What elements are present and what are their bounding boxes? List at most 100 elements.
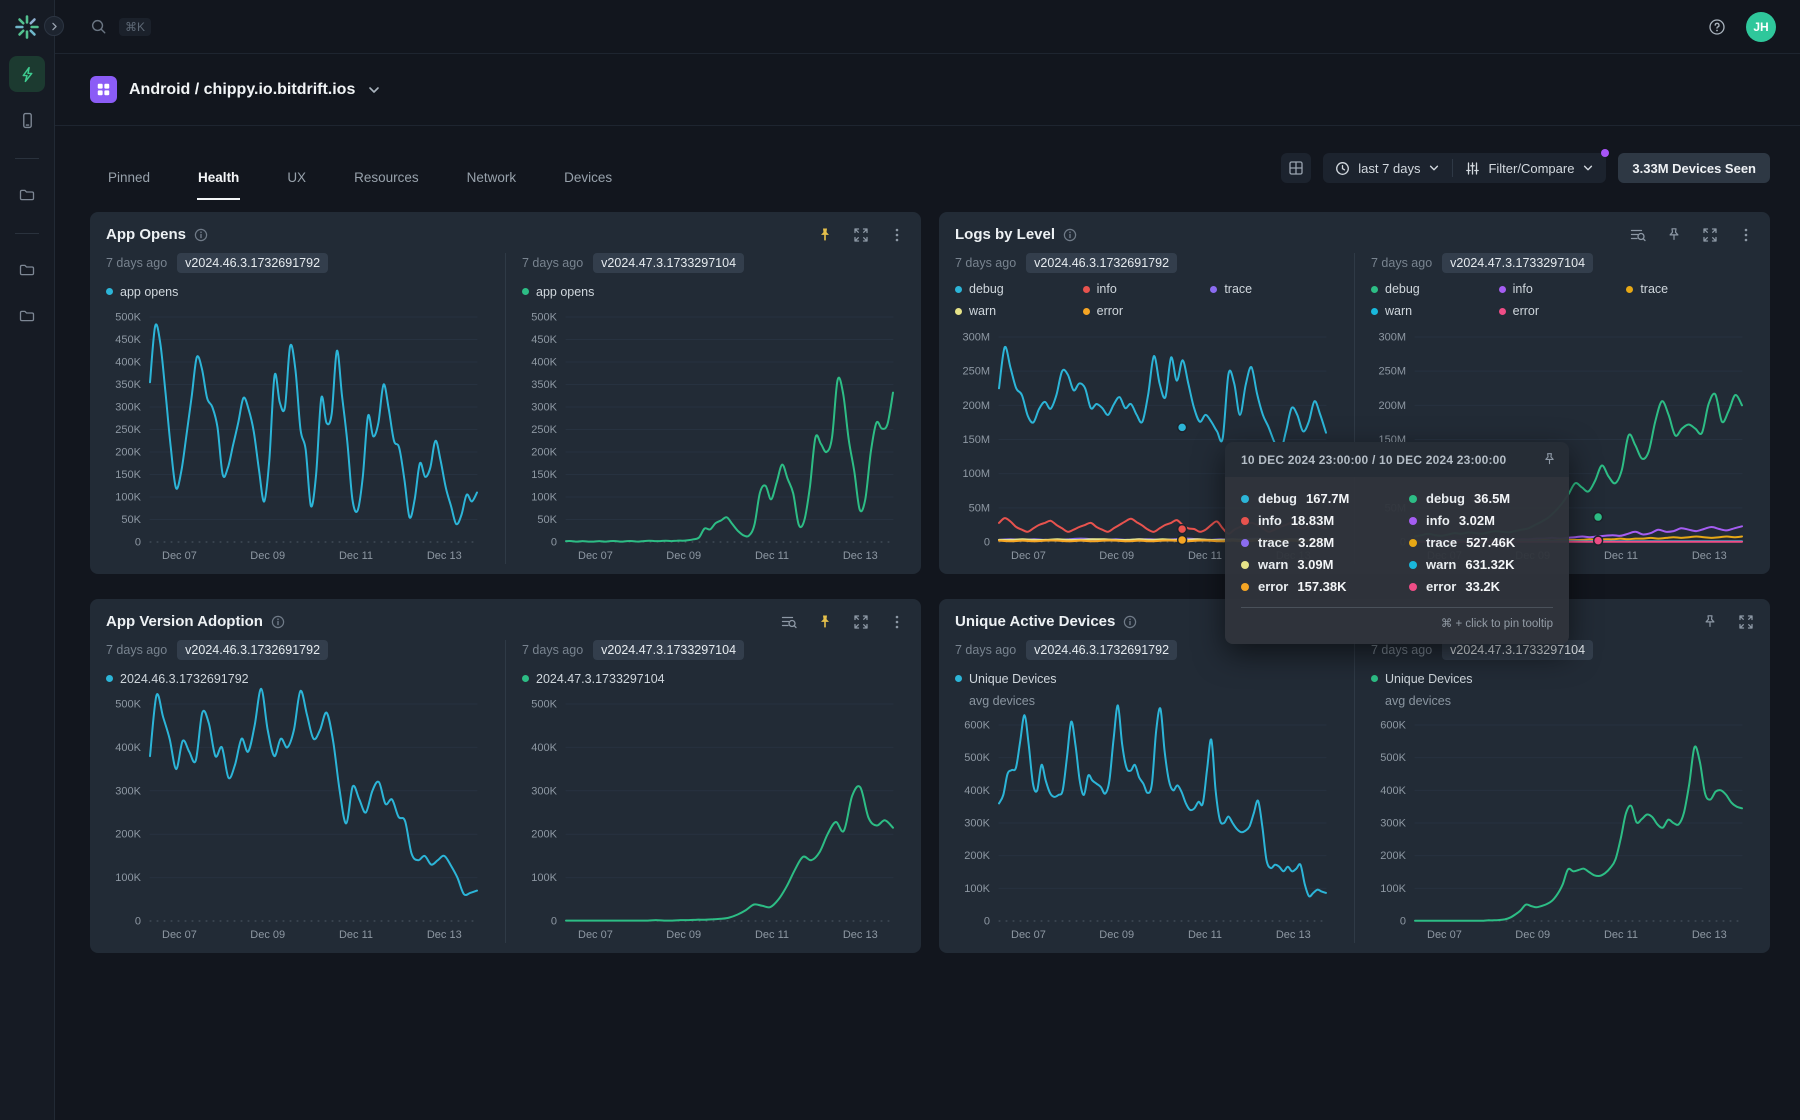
- tabs-toolbar-row: Pinned Health UX Resources Network Devic…: [55, 126, 1800, 210]
- more-options-button[interactable]: [889, 614, 905, 630]
- legend-item-debug[interactable]: debug: [955, 282, 1083, 296]
- sidebar-item-devices[interactable]: [9, 102, 45, 138]
- sidebar-item-folder-3[interactable]: [9, 298, 45, 334]
- topbar: ⌘K JH: [55, 0, 1800, 54]
- bitdrift-logo[interactable]: [12, 12, 42, 42]
- tab-network[interactable]: Network: [466, 136, 518, 200]
- kebab-icon: [889, 227, 905, 243]
- pin-button[interactable]: [817, 614, 833, 630]
- svg-text:0: 0: [551, 916, 557, 928]
- svg-text:Dec 09: Dec 09: [250, 550, 285, 562]
- legend-item-error[interactable]: error: [1083, 304, 1211, 318]
- search-logs-button[interactable]: [1630, 227, 1646, 243]
- global-search[interactable]: ⌘K: [90, 18, 151, 36]
- filter-pill: last 7 days Filter/Compare: [1323, 153, 1606, 183]
- legend-item-error[interactable]: error: [1499, 304, 1627, 318]
- sidebar-item-folder-2[interactable]: [9, 252, 45, 288]
- help-button[interactable]: [1708, 18, 1726, 36]
- svg-text:500K: 500K: [531, 699, 557, 711]
- expand-button[interactable]: [1702, 227, 1718, 243]
- tooltip-pin-button[interactable]: [1542, 452, 1557, 467]
- legend-item-debug[interactable]: debug: [1371, 282, 1499, 296]
- sidebar-item-app-health[interactable]: [9, 56, 45, 92]
- line-chart-app-opens-a[interactable]: 500K450K400K350K300K250K200K150K100K50K0…: [106, 304, 489, 564]
- svg-text:Dec 07: Dec 07: [162, 550, 197, 562]
- search-logs-button[interactable]: [781, 614, 797, 630]
- svg-text:Dec 11: Dec 11: [339, 929, 373, 941]
- svg-text:400K: 400K: [1380, 785, 1406, 797]
- timeframe-label: 7 days ago: [955, 256, 1016, 270]
- timeframe-label: 7 days ago: [1371, 256, 1432, 270]
- svg-text:100K: 100K: [531, 872, 557, 884]
- expand-icon: [853, 227, 869, 243]
- svg-text:100M: 100M: [962, 468, 990, 480]
- legend-item[interactable]: 2024.46.3.1732691792: [106, 672, 249, 686]
- list-search-icon: [781, 614, 797, 630]
- tab-health[interactable]: Health: [197, 136, 240, 200]
- sidebar-expand-button[interactable]: [44, 16, 64, 36]
- info-icon[interactable]: [194, 228, 208, 242]
- legend-item-unique-devices[interactable]: Unique Devices: [955, 672, 1057, 686]
- line-chart-app-opens-b[interactable]: 500K450K400K350K300K250K200K150K100K50K0…: [522, 304, 905, 564]
- tooltip-timestamp: 10 DEC 2024 23:00:00 / 10 DEC 2024 23:00…: [1241, 453, 1506, 467]
- timeframe-label: 7 days ago: [106, 256, 167, 270]
- tab-resources[interactable]: Resources: [353, 136, 420, 200]
- version-badge: v2024.47.3.1733297104: [593, 253, 744, 273]
- expand-button[interactable]: [853, 614, 869, 630]
- svg-text:Dec 13: Dec 13: [843, 929, 878, 941]
- legend-item[interactable]: 2024.47.3.1733297104: [522, 672, 665, 686]
- line-chart-unique-b[interactable]: 600K500K400K300K200K100K0Dec 07Dec 09Dec…: [1371, 712, 1754, 943]
- svg-text:500K: 500K: [115, 312, 141, 324]
- line-chart-unique-a[interactable]: 600K500K400K300K200K100K0Dec 07Dec 09Dec…: [955, 712, 1338, 943]
- subchart-version-b: 7 days ago v2024.47.3.1733297104 app ope…: [505, 253, 905, 564]
- sidebar-item-folder-1[interactable]: [9, 177, 45, 213]
- tab-ux[interactable]: UX: [286, 136, 307, 200]
- svg-text:0: 0: [984, 916, 990, 928]
- grid-app-icon: [95, 81, 112, 98]
- tooltip-series-version-a: debug167.7M info18.83M trace3.28M warn3.…: [1241, 491, 1379, 594]
- devices-seen-button[interactable]: 3.33M Devices Seen: [1618, 153, 1770, 183]
- svg-text:Dec 07: Dec 07: [1427, 929, 1462, 941]
- svg-text:200K: 200K: [531, 829, 557, 841]
- info-icon[interactable]: [1123, 615, 1137, 629]
- legend-item[interactable]: app opens: [106, 285, 178, 299]
- svg-text:0: 0: [984, 537, 990, 549]
- legend-item-avg-devices[interactable]: avg devices: [955, 694, 1338, 708]
- pin-button[interactable]: [1666, 227, 1682, 243]
- legend-item-info[interactable]: info: [1499, 282, 1627, 296]
- legend-item-unique-devices[interactable]: Unique Devices: [1371, 672, 1473, 686]
- info-icon[interactable]: [271, 615, 285, 629]
- legend-item[interactable]: app opens: [522, 285, 594, 299]
- date-range-dropdown[interactable]: last 7 days: [1323, 153, 1452, 183]
- legend-item-trace[interactable]: trace: [1210, 282, 1338, 296]
- pin-button[interactable]: [1702, 614, 1718, 630]
- line-chart-adoption-b[interactable]: 500K400K300K200K100K0Dec 07Dec 09Dec 11D…: [522, 691, 905, 943]
- expand-button[interactable]: [1738, 614, 1754, 630]
- legend-item-info[interactable]: info: [1083, 282, 1211, 296]
- legend-item-warn[interactable]: warn: [1371, 304, 1499, 318]
- svg-text:Dec 13: Dec 13: [843, 550, 878, 562]
- expand-button[interactable]: [853, 227, 869, 243]
- sidebar: [0, 0, 55, 1120]
- legend-item-trace[interactable]: trace: [1626, 282, 1754, 296]
- info-icon[interactable]: [1063, 228, 1077, 242]
- legend-item-warn[interactable]: warn: [955, 304, 1083, 318]
- more-options-button[interactable]: [889, 227, 905, 243]
- user-avatar[interactable]: JH: [1746, 12, 1776, 42]
- more-options-button[interactable]: [1738, 227, 1754, 243]
- version-badge: v2024.46.3.1732691792: [177, 253, 328, 273]
- tab-pinned[interactable]: Pinned: [107, 136, 151, 200]
- legend-item-avg-devices[interactable]: avg devices: [1371, 694, 1754, 708]
- svg-text:300K: 300K: [115, 785, 141, 797]
- app-icon: [90, 76, 117, 103]
- filter-compare-dropdown[interactable]: Filter/Compare: [1453, 153, 1606, 183]
- layout-grid-button[interactable]: [1281, 153, 1311, 183]
- pin-button[interactable]: [817, 227, 833, 243]
- svg-text:150M: 150M: [962, 434, 990, 446]
- sidebar-divider: [15, 158, 39, 159]
- tab-devices[interactable]: Devices: [563, 136, 613, 200]
- app-switcher-caret[interactable]: [367, 83, 381, 97]
- line-chart-adoption-a[interactable]: 500K400K300K200K100K0Dec 07Dec 09Dec 11D…: [106, 691, 489, 943]
- search-shortcut-badge: ⌘K: [119, 18, 151, 36]
- svg-text:Dec 13: Dec 13: [427, 929, 462, 941]
